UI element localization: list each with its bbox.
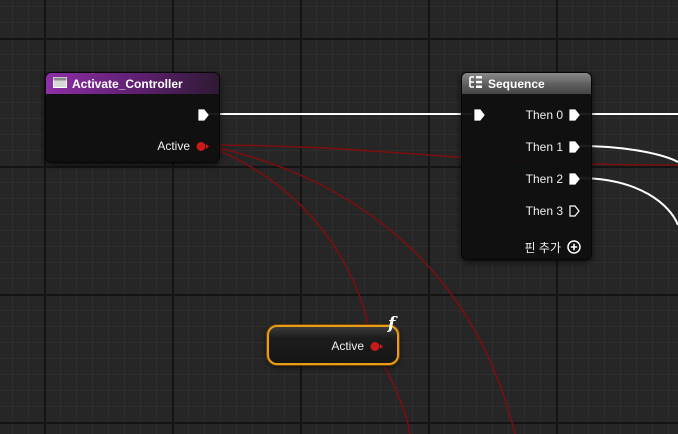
then-2-pin-row[interactable]: Then 2: [526, 172, 580, 186]
active-variable-pin-row[interactable]: Active: [331, 339, 383, 353]
then-1-pin-row[interactable]: Then 1: [526, 140, 580, 154]
boolean-variable-output-pin[interactable]: [370, 341, 383, 352]
sequence-node[interactable]: Sequence Then 0 Then 1 Then 2 Then 3 핀 추…: [461, 72, 592, 260]
exec-output-pin[interactable]: [198, 109, 209, 121]
then-2-pin[interactable]: [569, 173, 580, 185]
active-output-pin-row[interactable]: Active: [157, 139, 209, 153]
sequence-icon: [469, 76, 483, 91]
boolean-wire: [204, 144, 678, 166]
activate-controller-node[interactable]: Activate_Controller Active: [45, 72, 220, 163]
then-1-pin[interactable]: [569, 141, 580, 153]
then-1-label: Then 1: [525, 140, 563, 154]
then-3-pin-row[interactable]: Then 3: [526, 204, 580, 218]
sequence-title: Sequence: [488, 76, 545, 91]
exec-output-pin-row[interactable]: [198, 108, 209, 122]
add-pin-label: 핀 추가: [524, 240, 561, 255]
then-0-pin[interactable]: [569, 109, 580, 121]
active-output-label: Active: [157, 139, 190, 153]
function-glyph-icon: f: [388, 314, 396, 334]
exec-wire: [577, 177, 678, 226]
exec-input-pin[interactable]: [474, 109, 485, 121]
boolean-output-pin[interactable]: [196, 141, 209, 152]
sequence-header[interactable]: Sequence: [462, 73, 591, 94]
activate-controller-header[interactable]: Activate_Controller: [46, 73, 219, 94]
then-0-pin-row[interactable]: Then 0: [526, 108, 580, 122]
active-variable-node[interactable]: Active: [267, 325, 399, 365]
add-pin-button[interactable]: 핀 추가: [524, 240, 581, 255]
then-3-label: Then 3: [525, 204, 563, 218]
then-2-label: Then 2: [525, 172, 563, 186]
function-icon: [53, 76, 67, 91]
then-3-pin[interactable]: [569, 205, 580, 217]
plus-circle-icon[interactable]: [567, 240, 581, 254]
sequence-exec-input-row[interactable]: [474, 108, 485, 122]
active-variable-label: Active: [331, 339, 364, 353]
activate-controller-title: Activate_Controller: [72, 76, 183, 91]
boolean-wire: [204, 144, 373, 346]
then-0-label: Then 0: [525, 108, 563, 122]
exec-wire: [577, 145, 678, 163]
